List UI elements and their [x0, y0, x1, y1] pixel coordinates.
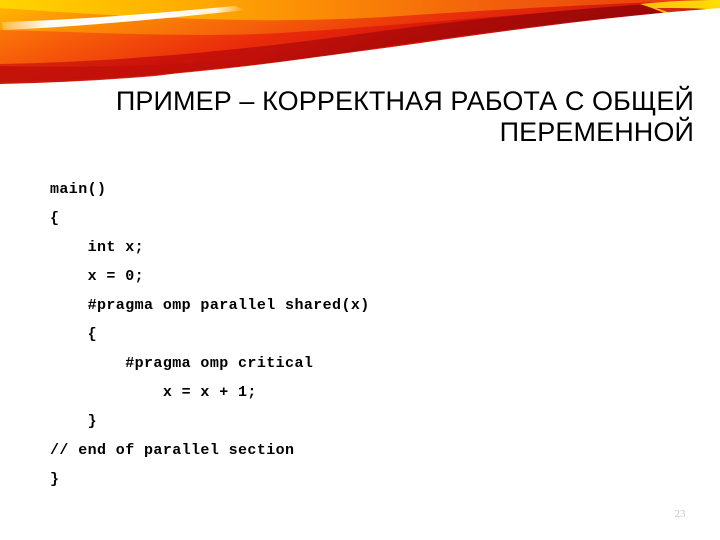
code-line: #pragma omp parallel shared(x)	[50, 297, 370, 314]
code-line: }	[50, 471, 60, 488]
code-line: x = 0;	[50, 268, 145, 285]
slide: ПРИМЕР – КОРРЕКТНАЯ РАБОТА С ОБЩЕЙ ПЕРЕМ…	[0, 0, 720, 540]
code-line: {	[50, 326, 98, 343]
code-line: }	[50, 413, 98, 430]
page-number: 23	[674, 508, 686, 520]
code-line: int x;	[50, 239, 145, 256]
code-line: #pragma omp critical	[50, 355, 314, 372]
code-line: main()	[50, 181, 107, 198]
code-block: main() { int x; x = 0; #pragma omp paral…	[50, 175, 670, 494]
code-line: x = x + 1;	[50, 384, 257, 401]
code-line: {	[50, 210, 60, 227]
page-title: ПРИМЕР – КОРРЕКТНАЯ РАБОТА С ОБЩЕЙ ПЕРЕМ…	[115, 86, 694, 147]
code-line: // end of parallel section	[50, 442, 295, 459]
